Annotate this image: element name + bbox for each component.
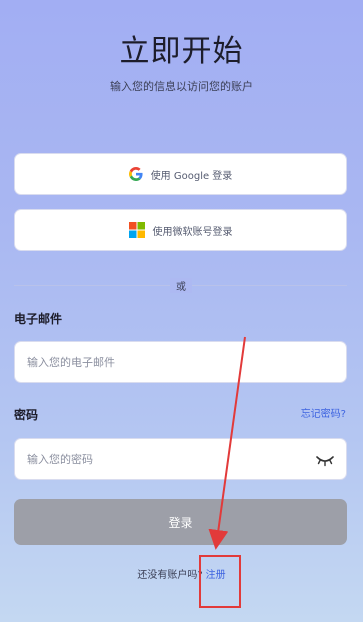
annotation-arrow <box>208 336 246 550</box>
